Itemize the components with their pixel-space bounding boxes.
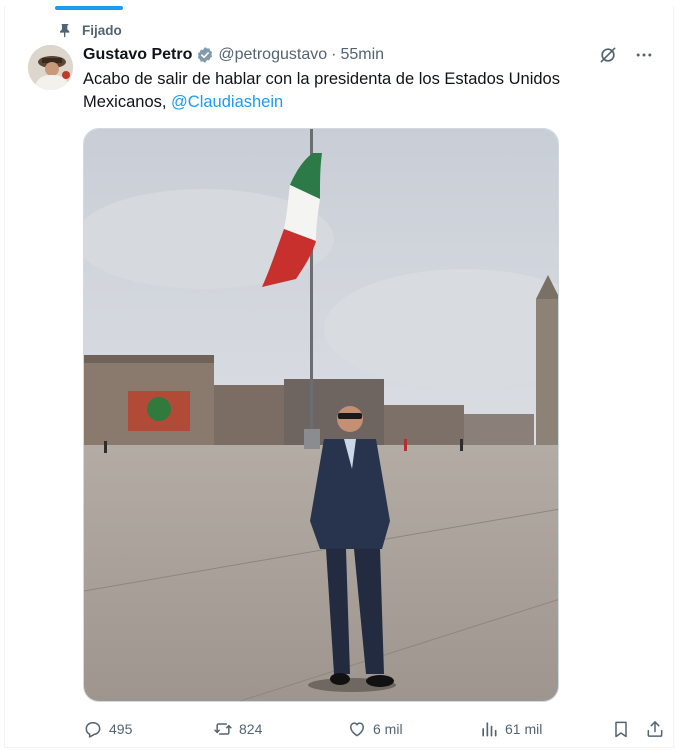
- header-actions: [597, 44, 655, 66]
- like-button[interactable]: 6 mil: [347, 714, 403, 744]
- repost-button[interactable]: 824: [213, 714, 262, 744]
- mention-link[interactable]: @Claudiashein: [171, 93, 283, 111]
- pin-icon: [57, 22, 73, 38]
- tweet-card[interactable]: Fijado Gustavo Petro @petrogustavo · 55m…: [4, 6, 674, 748]
- heart-icon: [347, 719, 367, 739]
- bookmark-button[interactable]: [611, 714, 631, 744]
- share-icon: [645, 719, 665, 739]
- author-handle[interactable]: @petrogustavo: [218, 46, 327, 64]
- more-icon[interactable]: [633, 44, 655, 66]
- grok-icon[interactable]: [597, 44, 619, 66]
- avatar[interactable]: [28, 45, 73, 90]
- tweet-text: Acabo de salir de hablar con la presiden…: [83, 68, 643, 114]
- repost-icon: [213, 719, 233, 739]
- tweet-photo[interactable]: [83, 128, 559, 702]
- pinned-text: Fijado: [82, 22, 122, 38]
- tweet-actions: 495 824 6 mil 61 mil: [83, 714, 668, 744]
- views-count: 61 mil: [505, 721, 543, 737]
- tab-indicator: [55, 6, 123, 10]
- verified-badge-icon: [196, 46, 214, 64]
- tweet-timestamp[interactable]: 55min: [340, 46, 384, 64]
- share-button[interactable]: [645, 714, 665, 744]
- like-count: 6 mil: [373, 721, 403, 737]
- reply-button[interactable]: 495: [83, 714, 132, 744]
- bookmark-icon: [611, 719, 631, 739]
- author-name[interactable]: Gustavo Petro: [83, 46, 192, 64]
- separator-dot: ·: [331, 46, 337, 63]
- reply-count: 495: [109, 721, 133, 737]
- views-icon: [479, 719, 499, 739]
- pinned-label: Fijado: [57, 21, 122, 39]
- tweet-body: Acabo de salir de hablar con la presiden…: [83, 70, 560, 111]
- repost-count: 824: [239, 721, 263, 737]
- views-button[interactable]: 61 mil: [479, 714, 542, 744]
- tweet-header: Gustavo Petro @petrogustavo · 55min: [83, 44, 384, 66]
- reply-icon: [83, 719, 103, 739]
